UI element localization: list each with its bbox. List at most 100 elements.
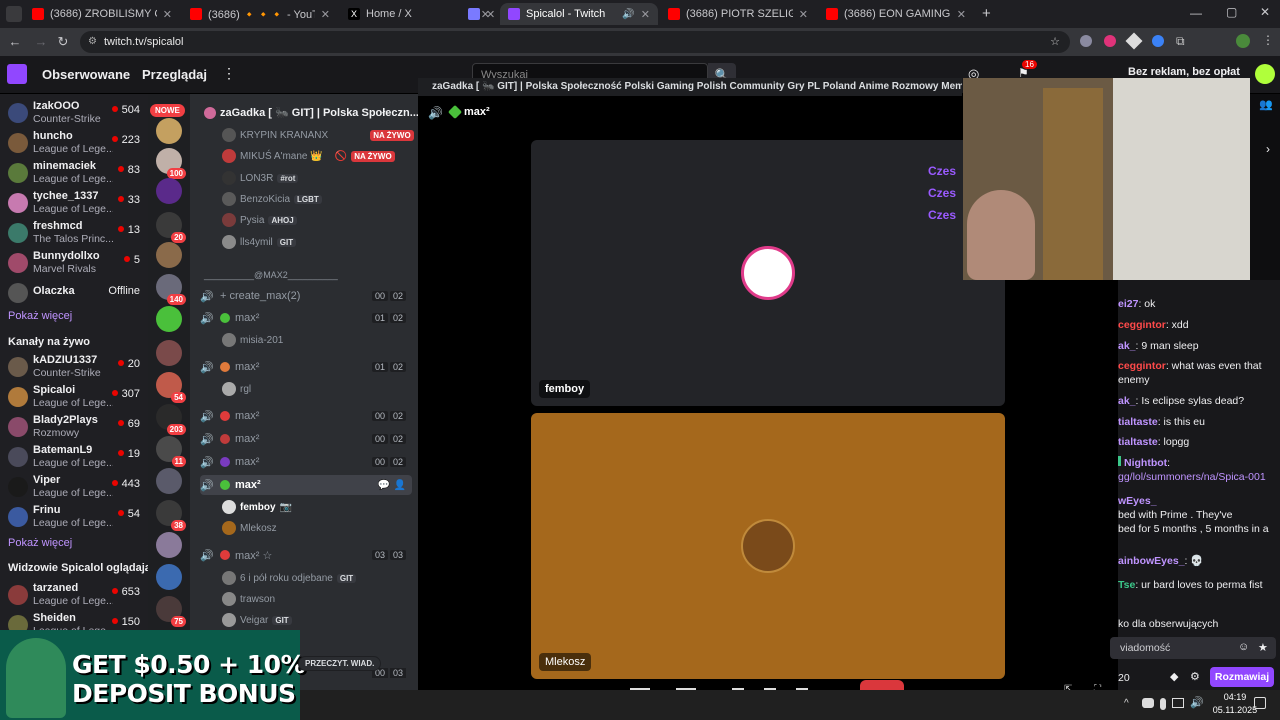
server-icon[interactable]: 140: [156, 274, 186, 305]
server-icon[interactable]: 38: [156, 500, 186, 531]
voice-channel[interactable]: 🔊 max² 00 02: [200, 406, 412, 426]
clock-date[interactable]: 05.11.2025: [1210, 705, 1260, 715]
voice-channel[interactable]: 🔊 max² 00 02: [200, 452, 412, 472]
sidebar-channel[interactable]: Olaczka Offline: [0, 278, 148, 308]
server-title[interactable]: zaGadka [ 🐜 GIT] | Polska Społeczn...: [190, 100, 418, 126]
server-icon[interactable]: 54: [156, 372, 186, 403]
server-icon[interactable]: [156, 468, 182, 494]
voice-user[interactable]: MIKUŚ A'mane 👑 🚫 NA ŻYWO: [222, 149, 395, 163]
close-icon[interactable]: ✕: [321, 8, 330, 21]
voice-user[interactable]: rgl: [222, 382, 251, 396]
sidebar-channel[interactable]: freshmcd The Talos Princ... 13: [0, 218, 148, 248]
server-icon[interactable]: [156, 242, 182, 268]
extension-icon[interactable]: [1104, 35, 1116, 47]
voice-channel[interactable]: 🔊 max² ☆ 03 03: [200, 545, 412, 565]
voice-channel[interactable]: 🔊 + create_max(2) 00 02: [200, 286, 412, 306]
category-header[interactable]: __________@MAX2__________: [204, 270, 338, 280]
voice-user[interactable]: Mlekosz: [222, 521, 277, 535]
voice-user[interactable]: Pysia AHOJ: [222, 213, 297, 227]
chat-input[interactable]: viadomość: [1110, 637, 1276, 659]
close-icon[interactable]: ✕: [957, 8, 966, 21]
mic-tray-icon[interactable]: [1160, 698, 1166, 710]
users-icon[interactable]: 👥: [1259, 98, 1273, 111]
site-info-icon[interactable]: ⚙: [88, 31, 97, 53]
clock-time[interactable]: 04:19: [1210, 692, 1260, 702]
server-icon[interactable]: 203: [156, 404, 186, 435]
mark-read-button[interactable]: PRZECZYT. WIAD.: [298, 656, 382, 671]
tray-chevron-icon[interactable]: ^: [1124, 698, 1129, 709]
twitch-logo-icon[interactable]: [7, 64, 27, 84]
maximize-button[interactable]: ▢: [1226, 5, 1237, 19]
close-icon[interactable]: ✕: [641, 8, 650, 21]
sidebar-channel[interactable]: kADZIU1337 Counter-Strike 20: [0, 352, 148, 382]
server-icon[interactable]: 100: [156, 148, 186, 179]
disconnect-button[interactable]: [860, 680, 904, 690]
server-icon[interactable]: 11: [156, 436, 186, 467]
volume-icon[interactable]: 🔊: [1190, 696, 1204, 709]
extension-icon[interactable]: [1080, 35, 1092, 47]
close-icon[interactable]: ✕: [163, 8, 172, 21]
chat-link[interactable]: gg/lol/summoners/na/Spica-001: [1118, 470, 1276, 484]
reload-button[interactable]: ↻: [54, 33, 72, 51]
sidebar-channel[interactable]: tarzaned League of Lege... 653: [0, 580, 148, 610]
nav-browse[interactable]: Przeglądaj: [142, 67, 207, 82]
points-icon[interactable]: ★: [1258, 641, 1268, 654]
browser-tab[interactable]: (3686) PIOTR SZELIGA JEST OBI ✕: [660, 3, 816, 25]
sidebar-channel[interactable]: minemaciek League of Lege... 83: [0, 158, 148, 188]
back-button[interactable]: ←: [6, 33, 24, 51]
speaker-icon[interactable]: 🔊: [622, 9, 634, 20]
profile-avatar[interactable]: [1236, 34, 1250, 48]
server-icon[interactable]: [156, 178, 182, 204]
forward-button[interactable]: →: [32, 33, 50, 51]
sidebar-channel[interactable]: Spicaloi League of Lege... 307: [0, 382, 148, 412]
close-window-button[interactable]: ✕: [1260, 5, 1270, 19]
menu-icon[interactable]: ⋮: [1262, 33, 1274, 47]
nav-following[interactable]: Obserwowane: [42, 67, 130, 82]
browser-tab[interactable]: (3686) 🔸🔸🔸 - YouTube ✕: [182, 3, 338, 25]
browser-tab[interactable]: ✕: [460, 3, 500, 25]
browser-tab[interactable]: (3686) ZROBILIŚMY CYNAMON ✕: [24, 3, 180, 25]
sidebar-channel[interactable]: IzakOOO Counter-Strike 504: [0, 98, 148, 128]
server-icon[interactable]: [156, 564, 182, 590]
voice-channel[interactable]: 🔊 max² 00 02: [200, 429, 412, 449]
browser-tab[interactable]: (3686) EON GAMING - YouTube ✕: [818, 3, 974, 25]
add-user-icon[interactable]: 👤: [394, 480, 406, 491]
voice-channel[interactable]: 🔊 max² 01 02: [200, 357, 412, 377]
emote-picker-icon[interactable]: ☺: [1238, 641, 1249, 653]
close-icon[interactable]: ✕: [799, 8, 808, 21]
sidebar-channel[interactable]: tychee_1337 League of Lege... 33: [0, 188, 148, 218]
voice-user[interactable]: BenzoKicia LGBT: [222, 192, 322, 206]
sidebar-channel[interactable]: BatemanL9 League of Lege... 19: [0, 442, 148, 472]
server-icon[interactable]: [156, 532, 182, 558]
minimize-button[interactable]: —: [1190, 6, 1202, 20]
voice-user[interactable]: 6 i pół roku odjebane GIT: [222, 571, 357, 585]
server-icon[interactable]: [156, 306, 182, 332]
channel-points[interactable]: 20: [1118, 672, 1130, 684]
voice-channel[interactable]: 🔊 max² 01 02: [200, 308, 412, 328]
server-icon[interactable]: 75: [156, 596, 186, 627]
sidebar-channel[interactable]: Bunnydollxo Marvel Rivals 5: [0, 248, 148, 278]
voice-user[interactable]: KRYPIN KRANANX NA ŻYWO: [222, 128, 414, 142]
prime-promo[interactable]: Bez reklam, bez opłat: [1128, 66, 1240, 78]
sidebar-channel[interactable]: huncho League of Lege... 223: [0, 128, 148, 158]
video-tile[interactable]: Mlekosz: [531, 413, 1005, 679]
extension-icon[interactable]: [1125, 32, 1143, 50]
user-avatar[interactable]: [1255, 64, 1275, 84]
chat-send-button[interactable]: Rozmawiaj: [1210, 667, 1274, 687]
sidebar-channel[interactable]: Blady2Plays Rozmowy 69: [0, 412, 148, 442]
show-more-link[interactable]: Pokaż więcej: [8, 537, 72, 549]
close-icon[interactable]: ✕: [486, 8, 495, 21]
voice-user[interactable]: misia-201: [222, 333, 283, 347]
bits-icon[interactable]: ◆: [1170, 670, 1178, 683]
network-icon[interactable]: [1172, 698, 1184, 708]
bookmark-star-icon[interactable]: ☆: [1050, 31, 1060, 53]
url-field[interactable]: ⚙ twitch.tv/spicalol ☆: [80, 31, 1070, 53]
chat-settings-icon[interactable]: ⚙: [1190, 670, 1200, 683]
chat-icon[interactable]: 💬: [378, 480, 390, 491]
voice-user[interactable]: LON3R #rot: [222, 171, 299, 185]
voice-user[interactable]: femboy 📷: [222, 500, 292, 514]
show-more-link[interactable]: Pokaż więcej: [8, 310, 72, 322]
voice-channel-selected[interactable]: 🔊 max² 💬 👤: [200, 475, 412, 495]
extension-icon[interactable]: [1152, 35, 1164, 47]
discord-tray-icon[interactable]: [1142, 698, 1154, 708]
